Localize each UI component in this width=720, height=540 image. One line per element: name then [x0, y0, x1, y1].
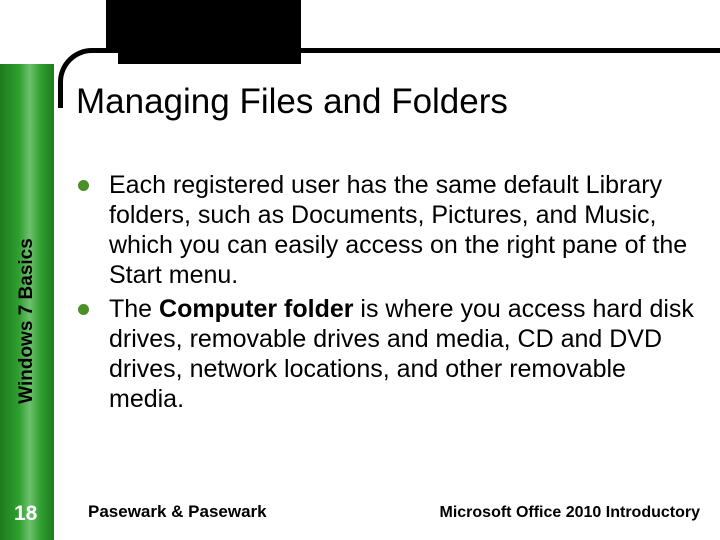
- black-box-decor: [106, 0, 301, 64]
- slide-title: Managing Files and Folders: [76, 82, 508, 122]
- bullet-bold: Computer folder: [159, 295, 353, 323]
- page-number: 18: [14, 502, 37, 526]
- top-bar: [0, 0, 720, 64]
- bullet-text: The Computer folder is where you access …: [109, 294, 698, 414]
- list-item: Each registered user has the same defaul…: [78, 170, 698, 290]
- bullet-icon: [78, 304, 89, 315]
- sidebar: Windows 7 Basics 18: [0, 64, 54, 540]
- slide: Windows 7 Basics 18 Managing Files and F…: [0, 0, 720, 540]
- bullet-text: Each registered user has the same defaul…: [109, 170, 698, 290]
- list-item: The Computer folder is where you access …: [78, 294, 698, 414]
- bullet-list: Each registered user has the same defaul…: [78, 170, 698, 414]
- bullet-prefix: The: [109, 295, 159, 323]
- footer-right: Microsoft Office 2010 Introductory: [440, 504, 701, 522]
- content-area: Each registered user has the same defaul…: [78, 170, 698, 418]
- footer-left: Pasewark & Pasewark: [88, 502, 267, 522]
- bullet-icon: [78, 180, 89, 191]
- sidebar-label: Windows 7 Basics: [16, 238, 38, 404]
